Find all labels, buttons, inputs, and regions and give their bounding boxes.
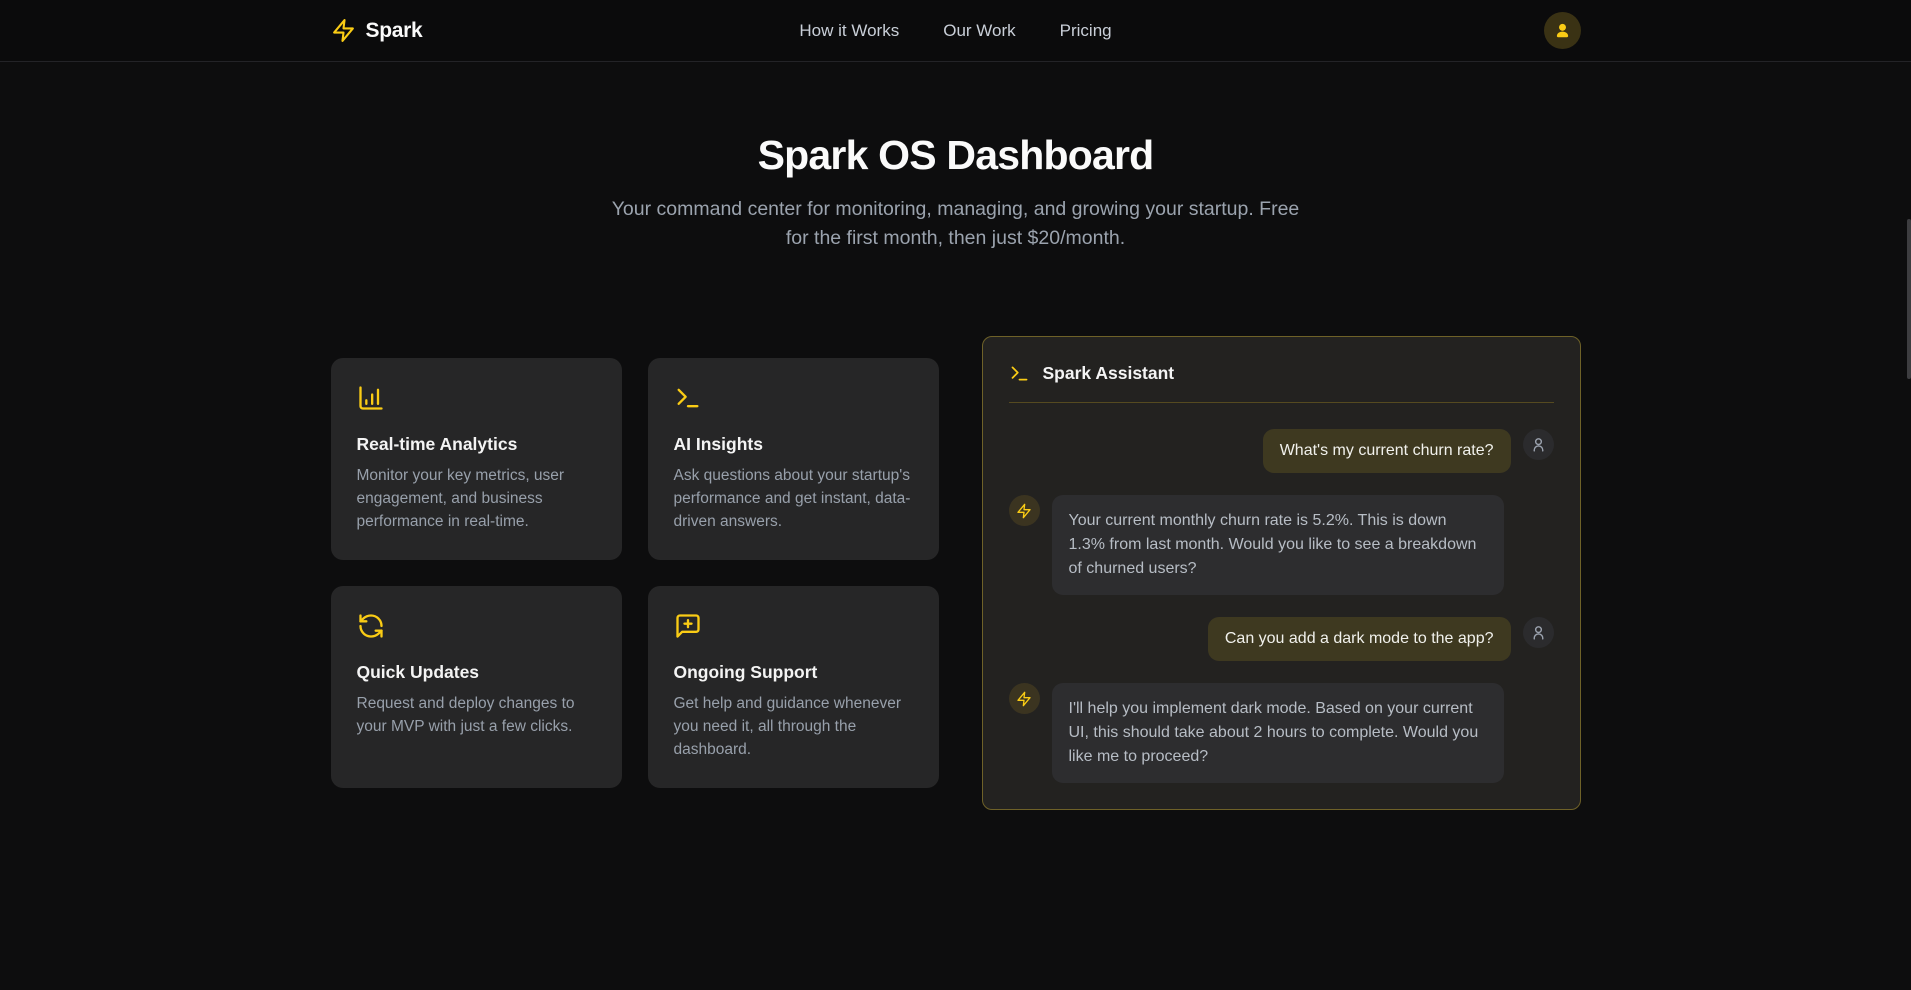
feature-description: Ask questions about your startup's perfo… <box>674 465 913 534</box>
terminal-icon <box>1009 363 1030 384</box>
feature-card-ai-insights: AI Insights Ask questions about your sta… <box>648 358 939 560</box>
hero-subtitle: Your command center for monitoring, mana… <box>611 195 1301 253</box>
top-nav: Spark How it Works Our Work Pricing <box>0 0 1911 62</box>
feature-card-real-time-analytics: Real-time Analytics Monitor your key met… <box>331 358 622 560</box>
hero-section: Spark OS Dashboard Your command center f… <box>0 62 1911 253</box>
content-row: Real-time Analytics Monitor your key met… <box>331 336 1581 810</box>
nav-right <box>1112 12 1581 49</box>
user-avatar <box>1523 617 1554 648</box>
nav-link-how-it-works[interactable]: How it Works <box>799 21 899 41</box>
zap-icon <box>1016 691 1032 707</box>
page-title: Spark OS Dashboard <box>0 132 1911 179</box>
user-icon <box>1530 436 1547 453</box>
assistant-message-bubble: I'll help you implement dark mode. Based… <box>1052 683 1504 783</box>
chart-column-icon <box>357 384 596 412</box>
chat-message-user: What's my current churn rate? <box>1009 429 1554 473</box>
feature-card-ongoing-support: Ongoing Support Get help and guidance wh… <box>648 586 939 788</box>
chat-header: Spark Assistant <box>1009 363 1554 403</box>
chat-messages: What's my current churn rate? Your curre… <box>1009 429 1554 783</box>
user-filled-icon <box>1553 21 1572 40</box>
nav-link-pricing[interactable]: Pricing <box>1060 21 1112 41</box>
features-grid: Real-time Analytics Monitor your key met… <box>331 358 939 788</box>
assistant-message-bubble: Your current monthly churn rate is 5.2%.… <box>1052 495 1504 595</box>
feature-title: AI Insights <box>674 434 913 455</box>
chat-message-assistant: Your current monthly churn rate is 5.2%.… <box>1009 495 1554 595</box>
feature-title: Ongoing Support <box>674 662 913 683</box>
feature-description: Monitor your key metrics, user engagemen… <box>357 465 596 534</box>
assistant-avatar <box>1009 683 1040 714</box>
message-square-plus-icon <box>674 612 913 640</box>
assistant-avatar <box>1009 495 1040 526</box>
feature-description: Get help and guidance whenever you need … <box>674 693 913 762</box>
user-message-bubble: Can you add a dark mode to the app? <box>1208 617 1511 661</box>
feature-title: Real-time Analytics <box>357 434 596 455</box>
nav-links: How it Works Our Work Pricing <box>799 21 1111 41</box>
feature-card-quick-updates: Quick Updates Request and deploy changes… <box>331 586 622 788</box>
feature-description: Request and deploy changes to your MVP w… <box>357 693 596 739</box>
brand-logo[interactable]: Spark <box>331 18 800 43</box>
chat-message-assistant: I'll help you implement dark mode. Based… <box>1009 683 1554 783</box>
main-content: Spark OS Dashboard Your command center f… <box>0 62 1911 810</box>
refresh-icon <box>357 612 596 640</box>
chat-title: Spark Assistant <box>1043 363 1175 384</box>
zap-icon <box>1016 503 1032 519</box>
nav-link-our-work[interactable]: Our Work <box>943 21 1015 41</box>
user-icon <box>1530 624 1547 641</box>
nav-inner: Spark How it Works Our Work Pricing <box>331 0 1581 61</box>
user-avatar-button[interactable] <box>1544 12 1581 49</box>
zap-icon <box>331 18 356 43</box>
feature-title: Quick Updates <box>357 662 596 683</box>
scrollbar-thumb[interactable] <box>1907 219 1911 379</box>
user-message-bubble: What's my current churn rate? <box>1263 429 1511 473</box>
brand-name: Spark <box>366 19 423 43</box>
chat-message-user: Can you add a dark mode to the app? <box>1009 617 1554 661</box>
user-avatar <box>1523 429 1554 460</box>
spark-assistant-panel: Spark Assistant What's my current churn … <box>982 336 1581 810</box>
terminal-icon <box>674 384 913 412</box>
